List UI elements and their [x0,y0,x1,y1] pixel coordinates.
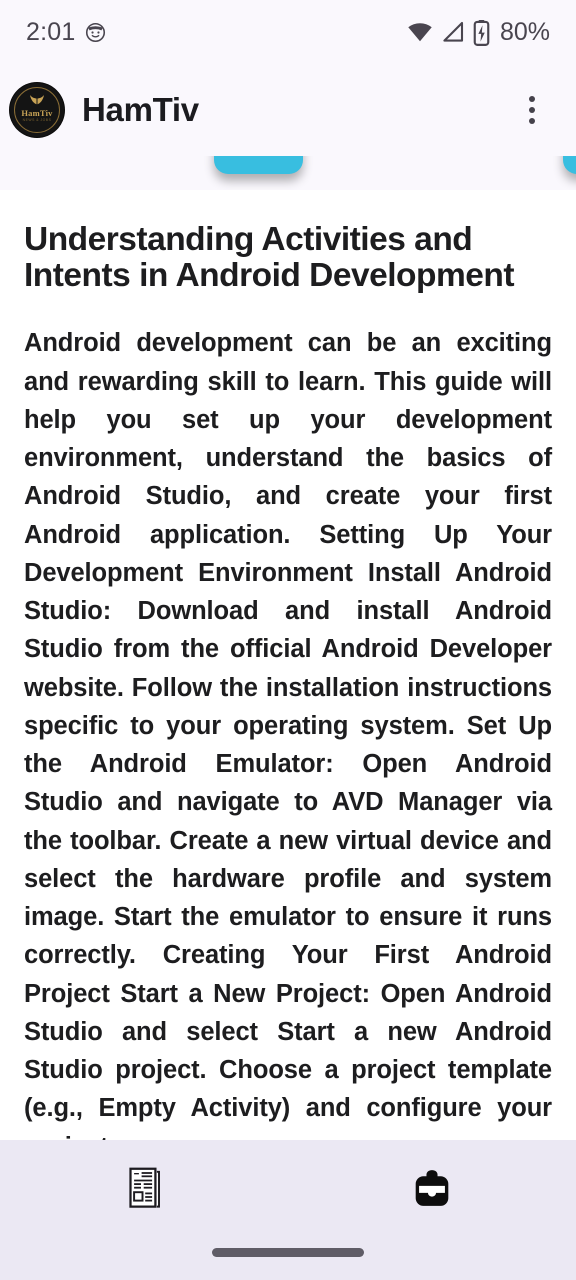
briefcase-icon [415,1170,449,1206]
promo-card-1[interactable] [214,156,303,174]
status-bar-right: 80% [407,18,550,47]
wifi-icon [408,23,432,42]
status-bar-left: 2:01 [26,18,106,47]
article-title: Understanding Activities and Intents in … [24,221,515,295]
kebab-dot [529,118,535,124]
promo-card-2[interactable] [563,156,576,174]
article-body: Android development can be an exciting a… [24,329,552,1140]
status-clock: 2:01 [26,17,76,46]
promo-carousel[interactable] [0,156,576,190]
phone-screen: 2:01 80% HamTiv NEWS & JOBS HamTiv Under… [0,0,576,1280]
logo-brand-text: HamTiv [21,108,53,118]
nav-jobs[interactable] [288,1140,576,1236]
nav-news[interactable] [0,1140,288,1236]
home-indicator[interactable] [212,1248,364,1257]
smiley-face-icon [86,22,106,42]
kebab-dot [529,96,535,102]
gesture-nav-bar [0,1236,576,1280]
hamtiv-logo[interactable]: HamTiv NEWS & JOBS [10,83,64,137]
status-bar: 2:01 80% [0,0,576,64]
news-article-icon [129,1167,160,1208]
battery-percent-label: 80% [499,17,550,46]
page-title: HamTiv [82,91,199,128]
cell-signal-icon [443,21,464,42]
article-container[interactable]: Understanding Activities and Intents in … [0,190,576,1140]
app-bar: HamTiv NEWS & JOBS HamTiv [0,64,576,156]
battery-charging-icon [473,19,490,46]
logo-sub-text: NEWS & JOBS [22,118,52,122]
kebab-dot [529,107,535,113]
more-vertical-icon[interactable] [510,88,554,132]
bottom-navigation [0,1140,576,1236]
crown-crest-icon [30,95,44,105]
